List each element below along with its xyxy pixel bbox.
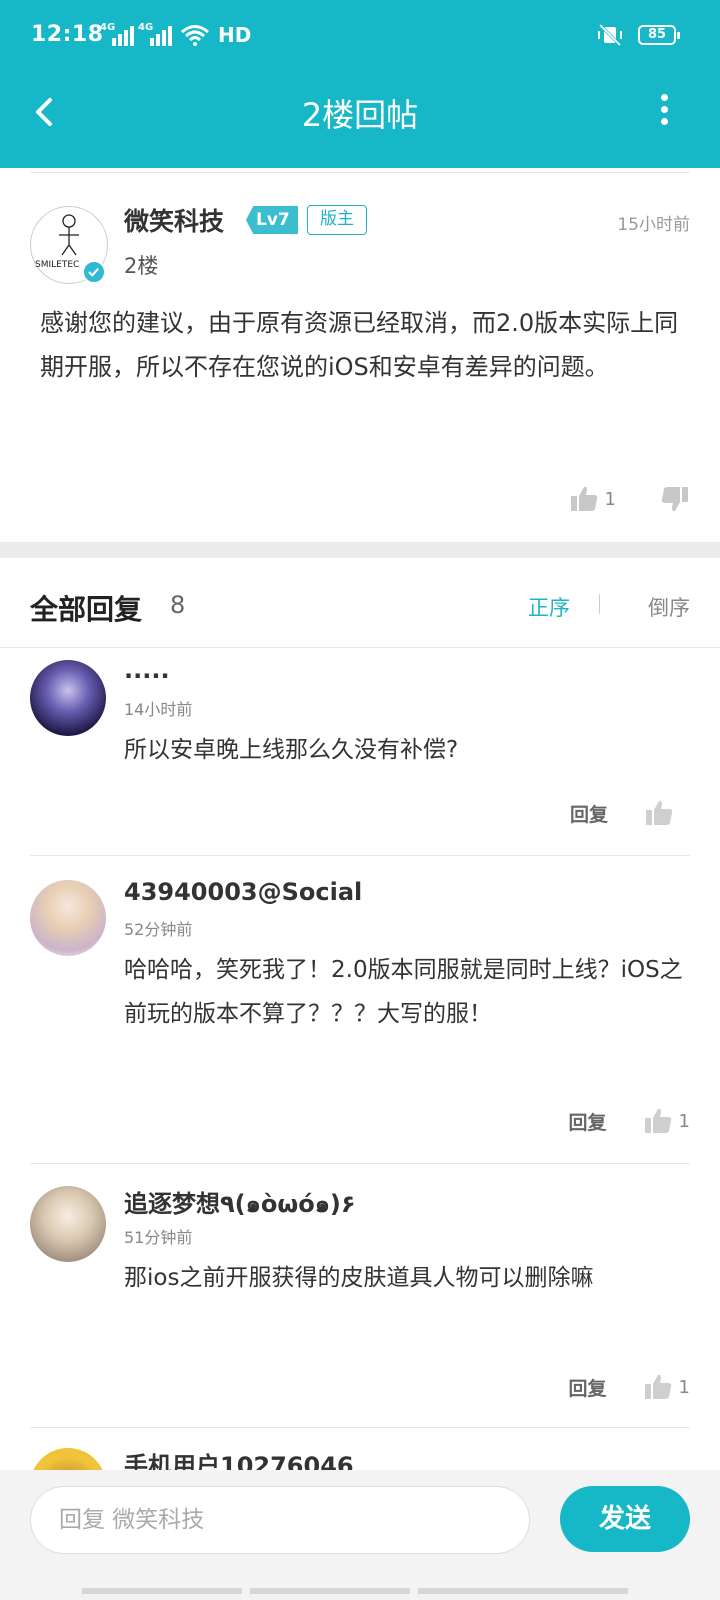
- avatar[interactable]: [30, 1186, 106, 1262]
- cell-signal-icon: 4G: [138, 22, 172, 46]
- avatar-logo-text: SMILETEC: [35, 260, 79, 270]
- avatar[interactable]: [30, 660, 106, 736]
- signal-group: 4G 4G HD: [100, 22, 252, 47]
- reply-like-count: 1: [678, 1376, 690, 1398]
- reply-username[interactable]: 追逐梦想٩(๑òωó๑)۶: [124, 1184, 356, 1223]
- reply-text: 所以安卓晚上线那么久没有补偿?: [124, 737, 459, 763]
- post-like-count: 1: [604, 488, 616, 510]
- thumbs-up-icon[interactable]: [569, 484, 599, 514]
- sort-descending-tab[interactable]: 倒序: [648, 592, 690, 622]
- reply-username[interactable]: 43940003@Social: [124, 878, 362, 906]
- thumbs-up-icon[interactable]: [643, 1372, 673, 1402]
- more-vertical-icon[interactable]: [658, 94, 670, 130]
- reply-item: ····· 14小时前 所以安卓晚上线那么久没有补偿? 回复: [0, 648, 720, 856]
- send-button[interactable]: 发送: [560, 1486, 690, 1552]
- reply-composer: 回复 微笑科技 发送: [0, 1470, 720, 1600]
- replies-title: 全部回复: [30, 593, 143, 626]
- page-title: 2楼回帖: [301, 96, 419, 134]
- reply-actions: 回复 1: [569, 1106, 690, 1136]
- verified-check-icon: [82, 260, 106, 284]
- nav-bar: 2楼回帖: [0, 72, 720, 168]
- thumbs-up-icon[interactable]: [644, 798, 674, 828]
- reply-button[interactable]: 回复: [569, 1374, 607, 1401]
- cell-signal-icon: 4G: [100, 22, 134, 46]
- reply-time: 52分钟前: [124, 920, 193, 939]
- reply-item: 43940003@Social 52分钟前 哈哈哈，笑死我了！2.0版本同服就是…: [0, 856, 720, 1164]
- reply-username[interactable]: ·····: [124, 662, 170, 690]
- mute-vibrate-icon: [598, 24, 622, 46]
- reply-time: 14小时前: [124, 700, 193, 719]
- replies-count: 8: [170, 591, 186, 619]
- hd-indicator: HD: [218, 23, 252, 47]
- thumbs-up-icon[interactable]: [643, 1106, 673, 1136]
- reply-input[interactable]: 回复 微笑科技: [30, 1486, 530, 1554]
- floor-label: 2楼: [124, 254, 159, 278]
- reply-like-count: 1: [678, 1110, 690, 1132]
- reply-item: 追逐梦想٩(๑òωó๑)۶ 51分钟前 那ios之前开服获得的皮肤道具人物可以删…: [0, 1164, 720, 1428]
- nav-hint-bar: [250, 1588, 410, 1594]
- nav-hint-bar: [418, 1588, 628, 1594]
- replies-header: 全部回复 8 正序 倒序: [0, 558, 720, 648]
- moderator-badge: 版主: [307, 205, 367, 235]
- divider: [30, 172, 690, 173]
- reply-text: 那ios之前开服获得的皮肤道具人物可以删除嘛: [124, 1265, 594, 1291]
- battery-indicator: 85: [638, 25, 680, 45]
- reply-time: 51分钟前: [124, 1228, 193, 1247]
- post-content: 感谢您的建议，由于原有资源已经取消，而2.0版本实际上同期开服，所以不存在您说的…: [40, 309, 679, 381]
- top-app-bar: 12:18 4G 4G HD 85 2楼回帖: [0, 0, 720, 168]
- level-badge: Lv7: [246, 206, 298, 234]
- reply-text: 哈哈哈，笑死我了！2.0版本同服就是同时上线？iOS之前玩的版本不算了？？？大写…: [124, 957, 683, 1027]
- reply-actions: 回复: [570, 798, 690, 828]
- reply-button[interactable]: 回复: [570, 800, 608, 827]
- sort-ascending-tab[interactable]: 正序: [528, 592, 570, 622]
- status-time: 12:18: [31, 22, 104, 47]
- avatar[interactable]: [30, 880, 106, 956]
- thumbs-down-icon[interactable]: [660, 484, 690, 514]
- sort-separator: [599, 594, 600, 614]
- status-bar: 12:18 4G 4G HD 85: [0, 0, 720, 72]
- reply-actions: 回复 1: [569, 1372, 690, 1402]
- post-vote-bar: 1: [569, 484, 690, 514]
- nav-hint-bar: [82, 1588, 242, 1594]
- post-author[interactable]: 微笑科技: [124, 202, 224, 238]
- status-right: 85: [596, 24, 680, 46]
- main-post: SMILETEC 微笑科技 Lv7 版主 2楼 15小时前 感谢您的建议，由于原…: [0, 168, 720, 542]
- post-time: 15小时前: [617, 215, 690, 235]
- wifi-icon: [181, 25, 209, 46]
- reply-button[interactable]: 回复: [569, 1108, 607, 1135]
- section-divider: [0, 542, 720, 558]
